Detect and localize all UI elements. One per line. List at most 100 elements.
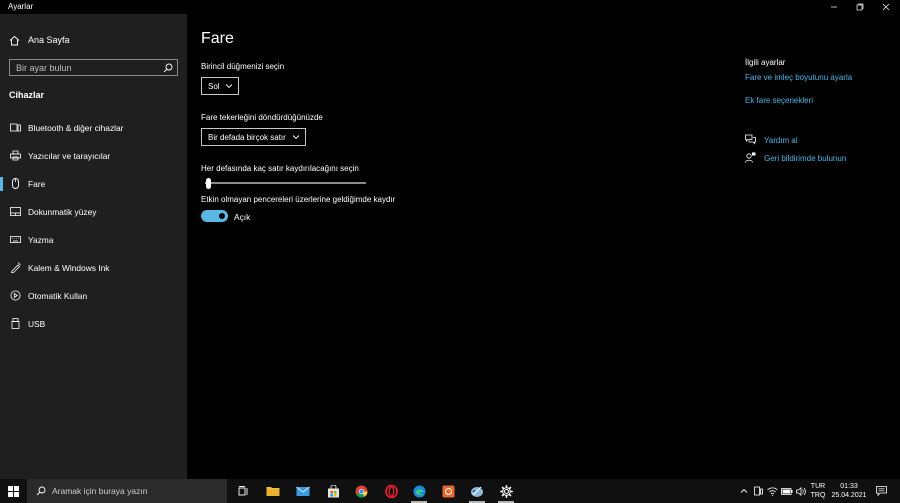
sidebar-item-printers[interactable]: Yazıcılar ve tarayıcılar — [0, 144, 187, 168]
taskbar-opera[interactable] — [376, 479, 406, 503]
taskbar-snip-app[interactable] — [462, 479, 492, 503]
volume-icon — [795, 486, 806, 496]
taskbar-search-text: Aramak için buraya yazın — [52, 486, 148, 496]
sidebar-item-typing[interactable]: Yazma — [0, 228, 187, 252]
related-settings-title: İlgili ayarlar — [745, 58, 786, 67]
windows-logo-icon — [8, 485, 19, 497]
sidebar-item-label: Otomatik Kullan — [28, 291, 88, 301]
autoplay-icon — [10, 290, 21, 301]
snip-sketch-icon — [471, 486, 483, 497]
clock-time: 01:33 — [840, 483, 858, 490]
tray-device-button[interactable] — [752, 479, 764, 503]
wifi-icon — [766, 487, 778, 496]
notification-icon — [875, 486, 887, 496]
settings-search-box[interactable] — [9, 59, 178, 76]
feedback-link[interactable]: Geri bildirimde bulunun — [764, 154, 846, 163]
action-center-button[interactable] — [872, 479, 890, 503]
taskbar-orange-app[interactable] — [433, 479, 463, 503]
search-icon[interactable] — [163, 63, 173, 73]
input-language-indicator[interactable]: TUR TRQ — [808, 482, 828, 500]
sidebar-item-mouse[interactable]: Fare — [0, 172, 187, 196]
help-chat-icon — [745, 134, 756, 145]
primary-button-dropdown[interactable]: Sol — [201, 77, 239, 95]
sidebar-item-label: Kalem & Windows Ink — [28, 263, 110, 273]
bluetooth-devices-icon — [10, 123, 21, 132]
maximize-button[interactable] — [846, 0, 874, 13]
wheel-scroll-dropdown[interactable]: Bir defada birçok satır — [201, 128, 306, 146]
feedback-person-icon — [745, 152, 756, 163]
task-view-button[interactable] — [228, 479, 258, 503]
chevron-down-icon — [225, 84, 233, 89]
sidebar: Ana Sayfa Cihazlar Bluetooth & diğer cih… — [0, 14, 187, 479]
touchpad-icon — [10, 207, 21, 216]
settings-search-input[interactable] — [10, 60, 160, 75]
toggle-state-label: Açık — [234, 212, 251, 222]
printer-icon — [10, 150, 21, 161]
wheel-scroll-label: Fare tekerleğini döndürdüğünüzde — [201, 113, 323, 122]
inactive-scroll-toggle[interactable] — [201, 210, 228, 222]
sidebar-item-label: Fare — [28, 179, 46, 189]
additional-mouse-options-link[interactable]: Ek fare seçenekleri — [745, 96, 813, 105]
taskbar-settings[interactable] — [491, 479, 521, 503]
sidebar-item-bluetooth[interactable]: Bluetooth & diğer cihazlar — [0, 116, 187, 140]
clock[interactable]: 01:33 25.04.2021 — [829, 482, 869, 500]
window-title: Ayarlar — [8, 2, 34, 11]
orange-app-icon — [442, 485, 454, 497]
chevron-up-icon — [740, 488, 748, 493]
battery-icon — [781, 487, 793, 495]
minimize-button[interactable] — [820, 0, 848, 13]
sidebar-item-label: Yazma — [28, 235, 54, 245]
sidebar-item-label: USB — [28, 319, 46, 329]
get-help-link[interactable]: Yardım al — [764, 136, 798, 145]
search-icon — [36, 486, 46, 496]
dropdown-value: Sol — [208, 81, 220, 91]
page-title: Fare — [201, 30, 234, 47]
taskbar-store[interactable] — [318, 479, 348, 503]
taskbar-file-explorer[interactable] — [258, 479, 288, 503]
gear-icon — [499, 484, 513, 498]
taskbar-search-box[interactable]: Aramak için buraya yazın — [27, 479, 227, 503]
lines-to-scroll-label: Her defasında kaç satır kaydırılacağını … — [201, 164, 359, 173]
section-title: Cihazlar — [9, 90, 45, 100]
sidebar-item-label: Dokunmatik yüzey — [28, 207, 97, 217]
edge-icon — [413, 485, 425, 497]
tray-wifi-button[interactable] — [765, 479, 779, 503]
toggle-knob — [219, 213, 225, 219]
restore-icon — [856, 3, 864, 10]
slider-thumb[interactable] — [206, 178, 212, 189]
pen-icon — [10, 262, 21, 273]
language-code: TUR — [810, 483, 826, 490]
start-button[interactable] — [0, 479, 27, 503]
home-icon — [9, 35, 20, 46]
sidebar-item-usb[interactable]: USB — [0, 312, 187, 336]
minimize-icon — [831, 6, 837, 7]
feedback-row[interactable]: Geri bildirimde bulunun — [745, 152, 865, 166]
mail-icon — [296, 486, 310, 496]
opera-icon — [384, 484, 398, 498]
active-indicator — [0, 177, 3, 191]
sidebar-item-autoplay[interactable]: Otomatik Kullan — [0, 284, 187, 308]
sidebar-item-label: Bluetooth & diğer cihazlar — [28, 123, 124, 133]
primary-button-label: Birincil düğmenizi seçin — [201, 62, 285, 71]
store-bag-icon — [327, 484, 339, 497]
tray-volume-button[interactable] — [794, 479, 808, 503]
sidebar-item-home[interactable]: Ana Sayfa — [0, 31, 187, 49]
taskbar-chrome[interactable] — [346, 479, 376, 503]
keyboard-layout-code: TRQ — [810, 492, 826, 499]
task-view-icon — [238, 486, 248, 496]
taskbar: Aramak için buraya yazın TUR TRQ 01:33 2… — [0, 479, 900, 503]
taskbar-mail[interactable] — [288, 479, 318, 503]
chevron-down-icon — [292, 135, 300, 140]
taskbar-edge[interactable] — [404, 479, 434, 503]
close-button[interactable] — [872, 0, 900, 13]
pointer-size-link[interactable]: Fare ve imleç boyutunu ayarla — [745, 73, 852, 82]
title-bar: Ayarlar — [0, 0, 900, 14]
settings-window: Ayarlar Ana Sayfa Cihazlar Bluetooth & d… — [0, 0, 900, 479]
sidebar-item-touchpad[interactable]: Dokunmatik yüzey — [0, 200, 187, 224]
get-help-row[interactable]: Yardım al — [745, 134, 825, 148]
tray-overflow-button[interactable] — [737, 479, 751, 503]
sidebar-item-pen[interactable]: Kalem & Windows Ink — [0, 256, 187, 280]
tray-battery-button[interactable] — [780, 479, 794, 503]
inactive-scroll-label: Etkin olmayan pencereleri üzerlerine gel… — [201, 195, 396, 204]
lines-to-scroll-slider[interactable] — [205, 182, 366, 184]
